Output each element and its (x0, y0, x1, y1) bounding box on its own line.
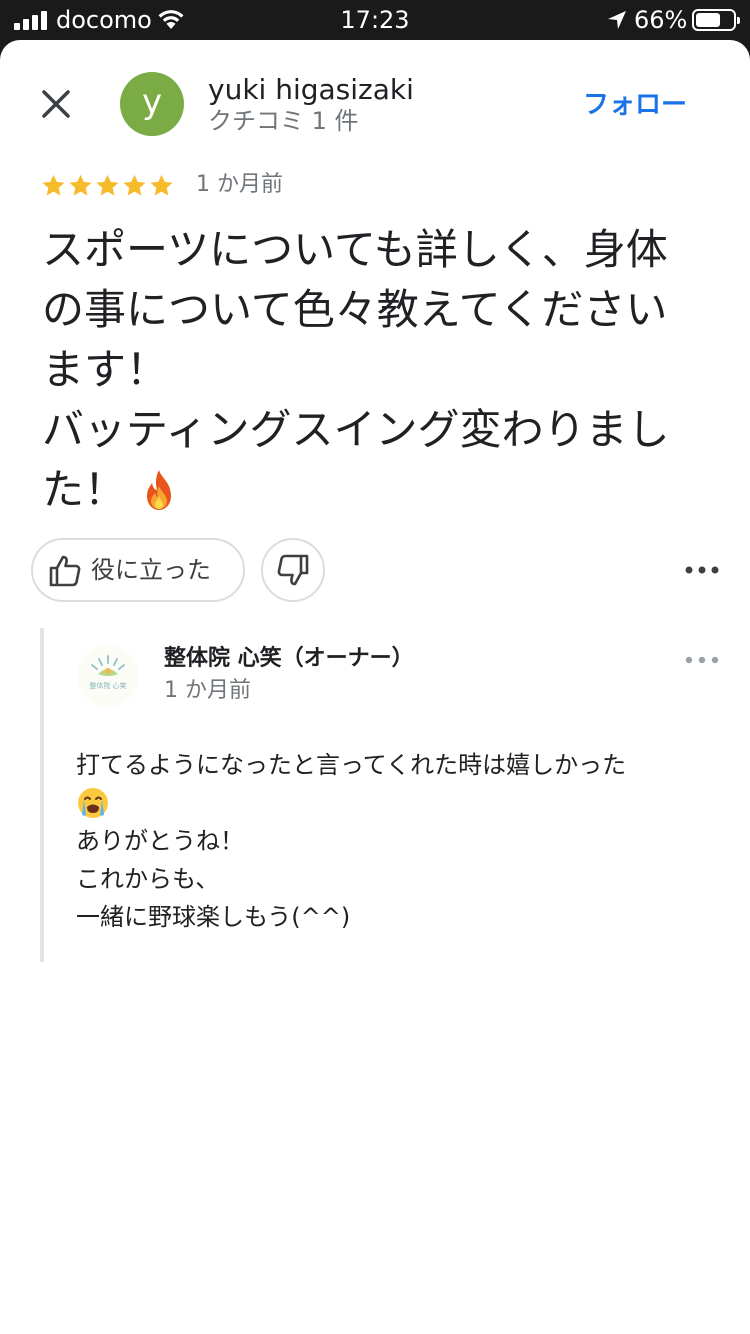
thumbs-down-icon (277, 554, 309, 586)
more-options-icon[interactable] (680, 554, 724, 586)
owner-reply-date: 1 か月前 (164, 678, 251, 703)
close-icon[interactable] (32, 80, 80, 128)
helpful-label: 役に立った (91, 556, 211, 584)
review-sheet: y yuki higasizaki クチコミ 1 件 フォロー 1 か月前 スポ… (0, 40, 750, 1334)
owner-name: 整体院 心笑（オーナー） (164, 646, 414, 671)
reviewer-review-count: クチコミ 1 件 (208, 107, 359, 135)
review-body: スポーツについても詳しく、身体の事について色々教えてくださいます！ バッティング… (42, 225, 670, 514)
battery-fill (696, 13, 720, 27)
battery-icon (692, 9, 740, 31)
location-arrow-icon (608, 11, 626, 29)
thumbs-up-icon (49, 555, 81, 587)
star-rating (40, 172, 175, 202)
star-icon (96, 174, 119, 196)
reply-divider (40, 628, 44, 962)
not-helpful-button[interactable] (261, 538, 325, 602)
helpful-button[interactable]: 役に立った (31, 538, 245, 602)
owner-logo-image: 整体院 心笑 (77, 645, 139, 707)
reviewer-avatar[interactable]: y (120, 72, 184, 136)
owner-logo: 整体院 心笑 (76, 644, 140, 708)
fire-icon (147, 470, 172, 510)
battery-percent: 66% (634, 6, 688, 34)
star-icon (123, 174, 146, 196)
review-text: スポーツについても詳しく、身体の事について色々教えてくださいます！ バッティング… (42, 220, 702, 520)
star-icon (150, 174, 173, 196)
crying-face-icon (78, 788, 108, 818)
owner-reply-more-icon[interactable] (680, 648, 724, 672)
owner-logo-text: 整体院 心笑 (89, 681, 126, 690)
owner-reply-line-1: 打てるようになったと言ってくれた時は嬉しかった (76, 751, 627, 779)
review-date: 1 か月前 (196, 172, 283, 197)
owner-reply-text: 打てるようになったと言ってくれた時は嬉しかった ありがとうね！ これからも、 一… (76, 746, 716, 936)
reviewer-name[interactable]: yuki higasizaki (208, 72, 414, 108)
follow-button[interactable]: フォロー (570, 86, 700, 124)
owner-reply-rest: ありがとうね！ これからも、 一緒に野球楽しもう(^^) (76, 827, 351, 931)
star-icon (69, 174, 92, 196)
star-icon (42, 174, 65, 196)
status-bar: docomo 17:23 66% (0, 0, 750, 40)
